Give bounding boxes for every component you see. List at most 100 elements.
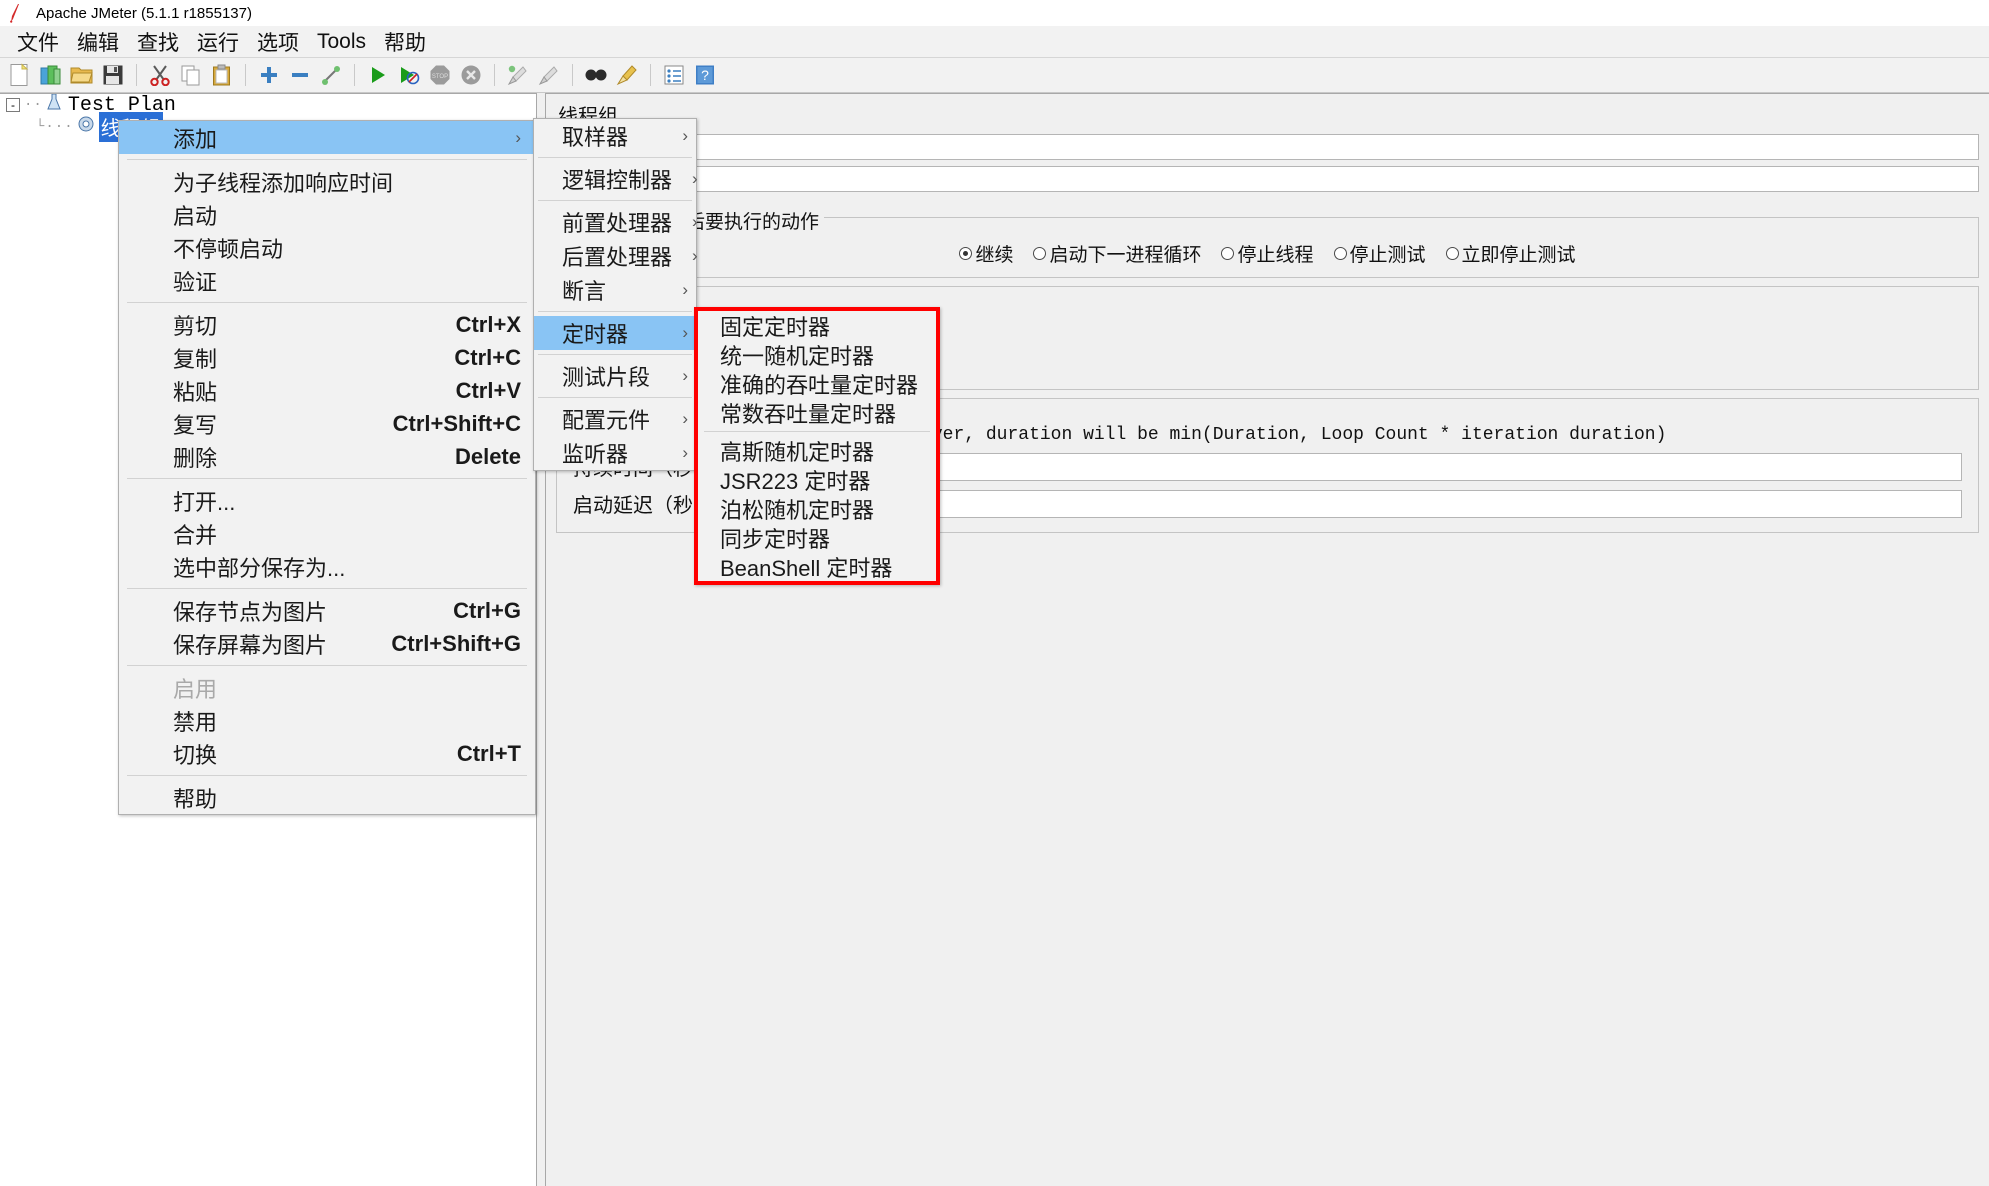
templates-icon[interactable] [37, 61, 65, 89]
radio-indicator[interactable] [1333, 247, 1347, 260]
menu-item[interactable]: 保存屏幕为图片 Ctrl+Shift+G [119, 627, 535, 660]
stop-icon[interactable]: STOP [426, 61, 454, 89]
timer-submenu[interactable]: 固定定时器 统一随机定时器 准确的吞吐量定时器常数吞吐量定时器 高斯随机定时器 JSR2… [694, 307, 940, 585]
menu-item[interactable]: 禁用 [119, 704, 535, 737]
open-icon[interactable] [68, 61, 96, 89]
menu-item[interactable]: 准确的吞吐量定时器 [698, 369, 936, 398]
menu-item-label: 泊松随机定时器 [720, 497, 875, 523]
menu-item[interactable]: 添加 › [119, 121, 535, 154]
menu-item[interactable]: 粘贴 Ctrl+V [119, 374, 535, 407]
menu-item[interactable]: 选中部分保存为... [119, 550, 535, 583]
menu-tools[interactable]: Tools [308, 30, 375, 54]
menu-item[interactable]: 启动 [119, 198, 535, 231]
start-icon[interactable] [364, 61, 392, 89]
radio-indicator[interactable] [959, 247, 973, 260]
menu-item[interactable]: 打开... [119, 484, 535, 517]
menu-item-label: 同步定时器 [720, 526, 831, 552]
tree-context-menu[interactable]: 添加 › 为子线程添加响应时间 启动 不停顿启动 验证 剪切 Ctrl+X 复制 Ctrl+C 粘贴… [118, 120, 536, 815]
error-action-radio[interactable]: 启动下一进程循环 [1033, 240, 1201, 267]
menu-item[interactable]: 帮助 [119, 781, 535, 814]
menu-item[interactable]: 前置处理器 › [534, 205, 698, 239]
collapse-icon[interactable] [286, 61, 314, 89]
paste-icon[interactable] [208, 61, 236, 89]
menu-item-label: 常数吞吐量定时器 [720, 401, 897, 427]
name-input[interactable] [556, 134, 1979, 160]
toolbar-separator [245, 64, 246, 86]
error-action-radio[interactable]: 继续 [959, 240, 1013, 267]
menu-item[interactable]: 验证 [119, 264, 535, 297]
menu-item[interactable]: 复制 Ctrl+C [119, 341, 535, 374]
menu-item[interactable]: 高斯随机定时器 [698, 436, 936, 465]
menu-item-shortcut: Ctrl+V [455, 377, 521, 403]
clear-all-icon[interactable] [535, 61, 563, 89]
new-icon[interactable] [6, 61, 34, 89]
help-icon[interactable]: ? [691, 61, 719, 89]
menu-item[interactable]: 测试片段 › [534, 359, 696, 393]
name-field-row [546, 131, 1989, 163]
comment-input[interactable] [556, 166, 1979, 192]
menu-item-label: BeanShell 定时器 [720, 555, 893, 581]
error-action-radio[interactable]: 立即停止测试 [1445, 240, 1576, 267]
copy-icon[interactable] [177, 61, 205, 89]
menu-item[interactable]: 删除 Delete [119, 440, 535, 473]
menu-item[interactable]: 断言 › [534, 273, 696, 307]
search-reset-icon[interactable] [613, 61, 641, 89]
menu-item[interactable]: 不停顿启动 [119, 231, 535, 264]
radio-indicator[interactable] [1221, 247, 1235, 260]
shutdown-icon[interactable] [457, 61, 485, 89]
expand-icon[interactable] [255, 61, 283, 89]
menu-item-label: 高斯随机定时器 [720, 439, 875, 465]
menu-item[interactable]: 统一随机定时器 [698, 340, 936, 369]
menu-item[interactable]: 常数吞吐量定时器 [698, 398, 936, 427]
menu-item[interactable]: 定时器 › [534, 316, 696, 350]
add-submenu[interactable]: 取样器 › 逻辑控制器 › 前置处理器 › 后置处理器 › 断言 › 定时器 › 测试片段 › 配置元件 › 监… [533, 118, 698, 471]
menu-item[interactable]: 泊松随机定时器 [698, 494, 936, 523]
menu-item[interactable]: 配置元件 › [534, 402, 696, 436]
start-no-pause-icon[interactable] [395, 61, 423, 89]
menu-item[interactable]: 复写 Ctrl+Shift+C [119, 407, 535, 440]
menu-item[interactable]: 固定定时器 [698, 311, 936, 340]
menu-item[interactable]: JSR223 定时器 [698, 465, 936, 494]
menu-help[interactable]: 帮助 [375, 27, 435, 57]
expand-toggle-icon[interactable]: - [6, 98, 20, 112]
menu-item[interactable]: BeanShell 定时器 [698, 552, 936, 581]
menu-item[interactable]: 合并 [119, 517, 535, 550]
radio-indicator[interactable] [1033, 247, 1047, 260]
clear-icon[interactable] [504, 61, 532, 89]
error-action-radio[interactable]: 停止线程 [1221, 240, 1314, 267]
menu-item-shortcut: Ctrl+Shift+G [391, 630, 521, 656]
toggle-icon[interactable] [317, 61, 345, 89]
menu-item[interactable]: 保存节点为图片 Ctrl+G [119, 594, 535, 627]
error-action-radios: 继续 启动下一进程循环 停止线程 停止测试 立即停止测试 [567, 240, 1968, 267]
menu-item-label: 合并 [173, 522, 218, 548]
radio-label: 停止测试 [1349, 245, 1426, 266]
menu-item[interactable]: 逻辑控制器 › [534, 162, 698, 196]
menu-item-label: JSR223 定时器 [720, 468, 871, 494]
menu-item[interactable]: 切换 Ctrl+T [119, 737, 535, 770]
save-icon[interactable] [99, 61, 127, 89]
error-action-radio[interactable]: 停止测试 [1333, 240, 1426, 267]
search-icon[interactable] [582, 61, 610, 89]
menu-search[interactable]: 查找 [128, 27, 188, 57]
menu-item-label: 粘贴 [173, 379, 218, 405]
menu-item-label: 配置元件 [562, 408, 651, 433]
menu-item[interactable]: 剪切 Ctrl+X [119, 308, 535, 341]
toolbar-separator [354, 64, 355, 86]
menu-file[interactable]: 文件 [8, 27, 68, 57]
menu-item[interactable]: 为子线程添加响应时间 [119, 165, 535, 198]
menu-item[interactable]: 同步定时器 [698, 523, 936, 552]
menu-run[interactable]: 运行 [188, 27, 248, 57]
cut-icon[interactable] [146, 61, 174, 89]
chevron-right-icon: › [682, 443, 688, 462]
menu-item[interactable]: 取样器 › [534, 119, 696, 153]
radio-indicator[interactable] [1445, 247, 1459, 260]
menu-item[interactable]: 监听器 › [534, 436, 696, 470]
menu-item-label: 删除 [173, 445, 218, 471]
menu-item-label: 添加 [173, 126, 218, 152]
menu-options[interactable]: 选项 [248, 27, 308, 57]
menu-item[interactable]: 后置处理器 › [534, 239, 698, 273]
menu-separator [127, 665, 527, 666]
tree-node-test-plan[interactable]: - ·· Test Plan [0, 94, 536, 117]
function-helper-icon[interactable] [660, 61, 688, 89]
menu-edit[interactable]: 编辑 [68, 27, 128, 57]
